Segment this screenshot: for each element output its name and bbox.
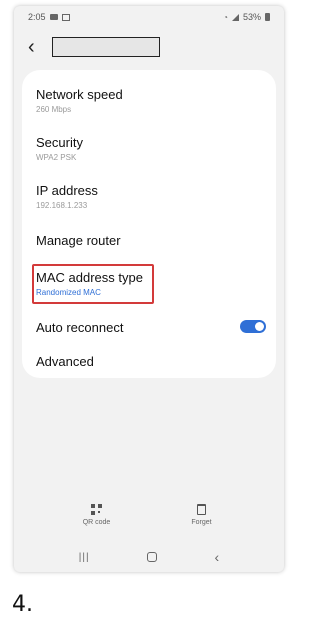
setting-value: 192.168.1.233 xyxy=(36,201,88,210)
qr-code-button[interactable]: QR code xyxy=(67,504,127,540)
settings-card: Network speed 260 Mbps Security WPA2 PSK… xyxy=(22,70,276,378)
forget-button[interactable]: Forget xyxy=(172,504,232,540)
image-notification-icon xyxy=(61,13,70,21)
setting-advanced[interactable]: Advanced xyxy=(22,346,276,380)
wifi-icon: ◔ xyxy=(223,12,228,22)
bottom-actions: QR code Forget xyxy=(14,504,284,540)
setting-title: Auto reconnect xyxy=(36,320,124,335)
status-time: 2:05 xyxy=(28,12,46,22)
phone-screen: 2:05 ◔ 53% ‹ Network speed 260 Mbps Secu… xyxy=(14,6,284,572)
recents-icon[interactable]: ||| xyxy=(79,552,90,563)
redacted-network-name xyxy=(52,37,160,57)
setting-mac-address-type[interactable]: MAC address type Randomized MAC xyxy=(22,260,276,310)
step-label: 4. xyxy=(12,592,33,617)
setting-value: 260 Mbps xyxy=(36,105,72,114)
setting-value: WPA2 PSK xyxy=(36,153,77,162)
qr-code-label: QR code xyxy=(82,519,111,526)
toggle-knob xyxy=(255,322,264,331)
setting-title: Network speed xyxy=(36,87,123,102)
trash-icon xyxy=(197,504,206,515)
setting-auto-reconnect[interactable]: Auto reconnect xyxy=(22,310,276,346)
signal-icon xyxy=(231,13,239,21)
setting-ip-address[interactable]: IP address 192.168.1.233 xyxy=(22,176,276,224)
header: ‹ xyxy=(14,32,284,62)
setting-manage-router[interactable]: Manage router xyxy=(22,224,276,260)
status-right: ◔ 53% xyxy=(223,12,270,22)
setting-network-speed[interactable]: Network speed 260 Mbps xyxy=(22,80,276,128)
status-left: 2:05 xyxy=(28,12,70,22)
setting-value: Randomized MAC xyxy=(36,288,101,297)
auto-reconnect-toggle[interactable] xyxy=(240,320,266,333)
qr-code-icon xyxy=(91,504,102,515)
setting-title: IP address xyxy=(36,183,98,198)
status-bar: 2:05 ◔ 53% xyxy=(14,6,284,28)
battery-percent: 53% xyxy=(242,12,261,22)
setting-security[interactable]: Security WPA2 PSK xyxy=(22,128,276,176)
message-notification-icon xyxy=(49,14,58,20)
battery-icon xyxy=(265,13,270,21)
navigation-bar: ||| ‹ xyxy=(14,546,284,568)
setting-title: Manage router xyxy=(36,233,121,248)
home-icon[interactable] xyxy=(147,552,158,562)
setting-title: Security xyxy=(36,135,83,150)
setting-title: MAC address type xyxy=(36,270,143,285)
nav-back-icon[interactable]: ‹ xyxy=(215,549,220,565)
setting-title: Advanced xyxy=(36,354,94,369)
forget-label: Forget xyxy=(191,519,212,526)
back-arrow-icon[interactable]: ‹ xyxy=(28,37,44,57)
